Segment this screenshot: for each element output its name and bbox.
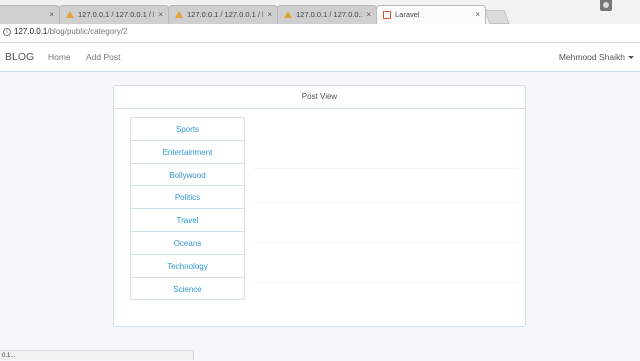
brand-link[interactable]: BLOG [5, 51, 34, 63]
browser-tab-title: Laravel [395, 10, 420, 19]
category-item-travel[interactable]: Travel [130, 208, 245, 232]
divider [254, 168, 519, 169]
user-name: Mehmood Shaikh [558, 52, 625, 62]
address-bar[interactable]: i 127.0.0.1/blog/public/category/2 [0, 24, 640, 43]
browser-tab-strip: × 127.0.0.1 / 127.0.0.1 / blo × 127.0.0.… [0, 0, 640, 24]
user-dropdown[interactable]: Mehmood Shaikh [559, 52, 634, 62]
navbar: BLOG Home Add Post Mehmood Shaikh [0, 43, 640, 72]
divider [254, 242, 519, 243]
category-list: Sports Entertainment Bollywood Politics … [130, 117, 245, 301]
browser-tab-title: 127.0.0.1 / 127.0.0.1 / blo [78, 10, 154, 19]
browser-tab[interactable]: 127.0.0.1 / 127.0.0.1 / blo × [277, 5, 377, 24]
divider [254, 202, 519, 203]
laravel-icon [383, 11, 391, 19]
profile-icon[interactable] [600, 0, 612, 11]
url-text[interactable]: 127.0.0.1/blog/public/category/2 [14, 27, 127, 36]
info-icon[interactable]: i [3, 28, 11, 36]
panel-heading: Post View [114, 86, 525, 109]
browser-tab-title: 127.0.0.1 / 127.0.0.1 / blo [296, 10, 362, 19]
browser-tab[interactable]: 127.0.0.1 / 127.0.0.1 / blo × [59, 5, 169, 24]
close-tab-icon[interactable]: × [49, 6, 54, 24]
close-tab-icon[interactable]: × [475, 6, 480, 24]
browser-tab[interactable]: × [0, 5, 60, 24]
category-item-science[interactable]: Science [130, 276, 245, 301]
browser-tab-active[interactable]: Laravel × [376, 5, 486, 24]
browser-tab[interactable]: 127.0.0.1 / 127.0.0.1 / blo × [168, 5, 278, 24]
category-item-technology[interactable]: Technology [130, 253, 245, 278]
category-item-entertainment[interactable]: Entertainment [130, 139, 245, 164]
phpmyadmin-icon [175, 11, 183, 18]
nav-add-post-link[interactable]: Add Post [86, 52, 121, 62]
nav-home-link[interactable]: Home [48, 52, 71, 62]
caret-down-icon [628, 56, 634, 60]
new-tab-button[interactable] [484, 10, 510, 24]
url-host: 127.0.0.1 [14, 27, 48, 36]
category-item-politics[interactable]: Politics [130, 185, 245, 210]
browser-tab-title: 127.0.0.1 / 127.0.0.1 / blo [187, 10, 263, 19]
status-bar: 0.1... [0, 350, 194, 360]
url-path: /blog/public/category/2 [47, 27, 128, 36]
close-tab-icon[interactable]: × [366, 6, 371, 24]
close-tab-icon[interactable]: × [267, 6, 272, 24]
divider [254, 282, 519, 283]
category-item-sports[interactable]: Sports [130, 117, 245, 141]
category-item-oceans[interactable]: Oceans [130, 230, 245, 255]
category-item-bollywood[interactable]: Bollywood [130, 162, 245, 187]
close-tab-icon[interactable]: × [158, 6, 163, 24]
phpmyadmin-icon [66, 11, 74, 18]
phpmyadmin-icon [284, 11, 292, 18]
